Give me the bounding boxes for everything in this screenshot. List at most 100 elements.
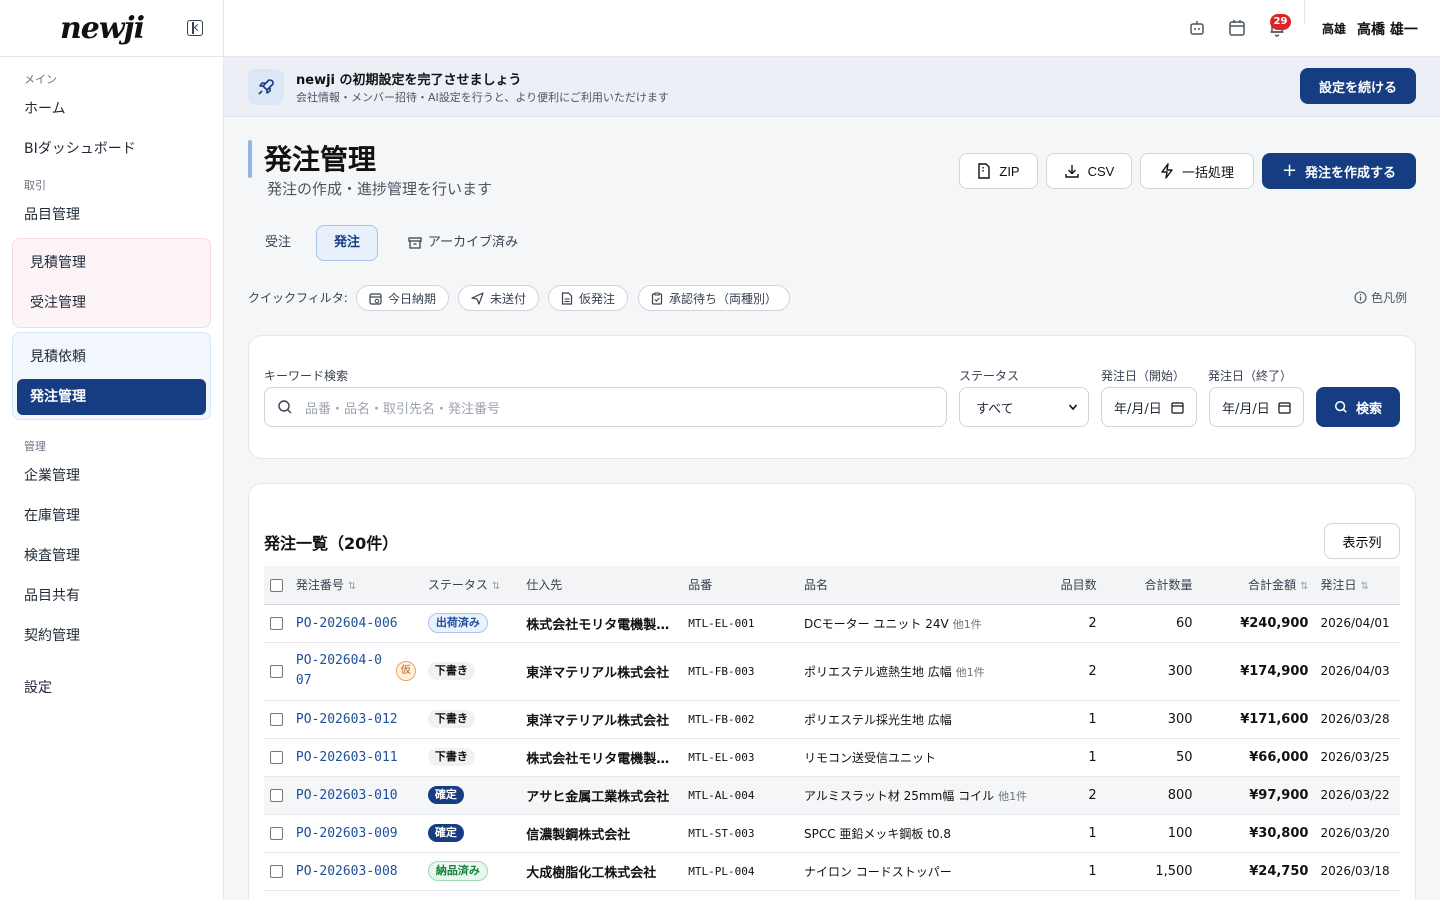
total-qty: 1,500: [1102, 852, 1199, 891]
sidebar-item-purchase-orders[interactable]: 発注管理: [17, 379, 206, 415]
header-date-label: 発注日: [1320, 578, 1357, 593]
po-number-link[interactable]: PO-202603-011: [296, 750, 398, 765]
chip-pending-approval[interactable]: 承認待ち（両種別）: [638, 285, 791, 311]
calendar-icon[interactable]: [1228, 19, 1246, 37]
sidebar-item-contracts[interactable]: 契約管理: [0, 616, 223, 656]
row-checkbox[interactable]: [270, 826, 283, 840]
chip-unsent[interactable]: 未送付: [458, 285, 540, 311]
line-count: 1: [1033, 852, 1103, 891]
keyword-placeholder: 品番・品名・取引先名・発注番号: [305, 401, 501, 417]
header-order-date[interactable]: 発注日 ⇅: [1314, 566, 1400, 605]
date-end-input[interactable]: 年/月/日: [1209, 387, 1304, 427]
sidebar-item-home[interactable]: ホーム: [0, 89, 223, 129]
clipboard-check-icon: [651, 292, 663, 305]
header-status[interactable]: ステータス ⇅: [421, 566, 521, 605]
table-row[interactable]: PO-202603-009 確定 信濃製鋼株式会社 MTL-ST-003 SPC…: [264, 814, 1400, 853]
supplier-name: アサヒ金属工業株式会社: [526, 789, 670, 805]
zip-button-label: ZIP: [999, 163, 1020, 179]
tab-purchase-orders[interactable]: 発注: [316, 225, 378, 261]
continue-setup-button[interactable]: 設定を続ける: [1300, 68, 1416, 104]
keyword-label: キーワード検索: [264, 369, 349, 383]
row-checkbox[interactable]: [270, 616, 283, 630]
table-row[interactable]: PO-202603-008 納品済み 大成樹脂化工株式会社 MTL-PL-004…: [264, 852, 1400, 891]
row-checkbox[interactable]: [270, 788, 283, 802]
header-total-amount[interactable]: 合計金額 ⇅: [1198, 566, 1315, 605]
table-row[interactable]: PO-202603-010 確定 アサヒ金属工業株式会社 MTL-AL-004 …: [264, 776, 1400, 815]
select-all-checkbox[interactable]: [270, 578, 283, 592]
total-amount: ¥66,000: [1198, 738, 1315, 777]
po-number-link[interactable]: PO-202603-009: [296, 826, 398, 841]
search-button[interactable]: 検索: [1316, 387, 1400, 427]
table-row[interactable]: PO-202603-011 下書き 株式会社モリタ電機製作所 MTL-EL-00…: [264, 738, 1400, 777]
robot-icon[interactable]: [1188, 19, 1206, 37]
row-checkbox[interactable]: [270, 664, 283, 678]
sort-icon: ⇅: [1300, 581, 1309, 593]
po-number-link[interactable]: PO-202603-012: [296, 712, 398, 727]
sidebar-item-inventory[interactable]: 在庫管理: [0, 496, 223, 536]
columns-button[interactable]: 表示列: [1324, 523, 1400, 559]
supplier-name: 東洋マテリアル株式会社: [526, 713, 670, 729]
keyword-input[interactable]: 品番・品名・取引先名・発注番号: [264, 387, 947, 427]
sidebar-item-orders-received[interactable]: 受注管理: [17, 283, 206, 323]
search-icon: [1334, 400, 1347, 413]
document-icon: [561, 291, 573, 305]
row-checkbox[interactable]: [270, 750, 283, 764]
sort-icon: ⇅: [491, 581, 501, 593]
color-legend-label: 色凡例: [1371, 291, 1408, 305]
table-row[interactable]: PO-202604-006 出荷済み 株式会社モリタ電機製作所 MTL-EL-0…: [264, 604, 1400, 643]
tab-orders-received[interactable]: 受注: [252, 225, 304, 261]
chip-due-today[interactable]: 今日納期: [356, 285, 450, 311]
supplier-name: 信濃製鋼株式会社: [526, 827, 631, 843]
sidebar-item-items[interactable]: 品目管理: [0, 195, 223, 235]
total-amount: ¥240,900: [1198, 604, 1315, 643]
sidebar-item-companies[interactable]: 企業管理: [0, 456, 223, 496]
row-checkbox[interactable]: [270, 712, 283, 726]
app-logo[interactable]: newji: [60, 11, 145, 46]
sidebar-item-inspection[interactable]: 検査管理: [0, 536, 223, 576]
item-name: ポリエステル遮熱生地 広幅: [803, 664, 952, 679]
date-end-placeholder: 年/月/日: [1222, 401, 1270, 417]
po-number-link[interactable]: PO-202603-010: [296, 788, 398, 803]
zip-button[interactable]: ZIP: [959, 153, 1038, 189]
user-name[interactable]: 高橋 雄一: [1357, 19, 1418, 39]
chip-provisional[interactable]: 仮発注: [548, 285, 629, 311]
sidebar-item-quotes[interactable]: 見積管理: [17, 243, 206, 283]
po-number-link[interactable]: PO-202603-008: [296, 864, 398, 879]
status-badge: 出荷済み: [427, 613, 488, 633]
order-date: 2026/04/03: [1314, 642, 1400, 701]
sidebar-item-quote-requests[interactable]: 見積依頼: [17, 337, 206, 377]
sidebar-item-settings[interactable]: 設定: [0, 668, 223, 708]
total-amount: ¥24,750: [1198, 852, 1315, 891]
sidebar-collapse-icon[interactable]: [187, 20, 203, 36]
line-count: 2: [1033, 604, 1103, 643]
header-supplier: 仕入先: [520, 566, 683, 605]
table-row[interactable]: PO-202604-007 仮 下書き 東洋マテリアル株式会社 MTL-FB-0…: [264, 642, 1400, 701]
tab-archived[interactable]: アーカイブ済み: [396, 225, 530, 261]
po-number-link[interactable]: PO-202604-007: [296, 651, 386, 691]
more-items: 他1件: [998, 789, 1028, 803]
supplier-name: 東洋マテリアル株式会社: [526, 665, 670, 681]
line-count: 2: [1033, 642, 1103, 701]
total-amount: ¥30,800: [1198, 814, 1315, 853]
sidebar-item-item-sharing[interactable]: 品目共有: [0, 576, 223, 616]
status-select[interactable]: すべて: [959, 387, 1089, 427]
color-legend-link[interactable]: 色凡例: [1354, 289, 1407, 306]
quick-filter-label: クイックフィルタ:: [248, 291, 348, 305]
more-items: 他1件: [955, 665, 985, 679]
bulk-action-button[interactable]: 一括処理: [1140, 153, 1254, 189]
csv-button[interactable]: CSV: [1046, 153, 1132, 189]
create-po-button[interactable]: + 発注を作成する: [1262, 153, 1416, 189]
part-number: MTL-EL-003: [688, 750, 755, 764]
status-badge: 下書き: [427, 710, 475, 728]
date-start-input[interactable]: 年/月/日: [1101, 387, 1197, 427]
header-po-number[interactable]: 発注番号 ⇅: [289, 566, 422, 605]
po-number-link[interactable]: PO-202604-006: [296, 616, 398, 631]
order-date: 2026/03/20: [1314, 814, 1400, 853]
part-number: MTL-FB-002: [688, 712, 755, 726]
row-checkbox[interactable]: [270, 864, 283, 878]
sidebar-item-bi-dashboard[interactable]: BIダッシュボード: [0, 129, 223, 169]
table-row[interactable]: PO-202603-012 下書き 東洋マテリアル株式会社 MTL-FB-002…: [264, 700, 1400, 739]
user-org[interactable]: 高雄: [1322, 20, 1346, 37]
sort-icon: ⇅: [1360, 581, 1369, 593]
order-date: 2026/04/01: [1314, 604, 1400, 643]
